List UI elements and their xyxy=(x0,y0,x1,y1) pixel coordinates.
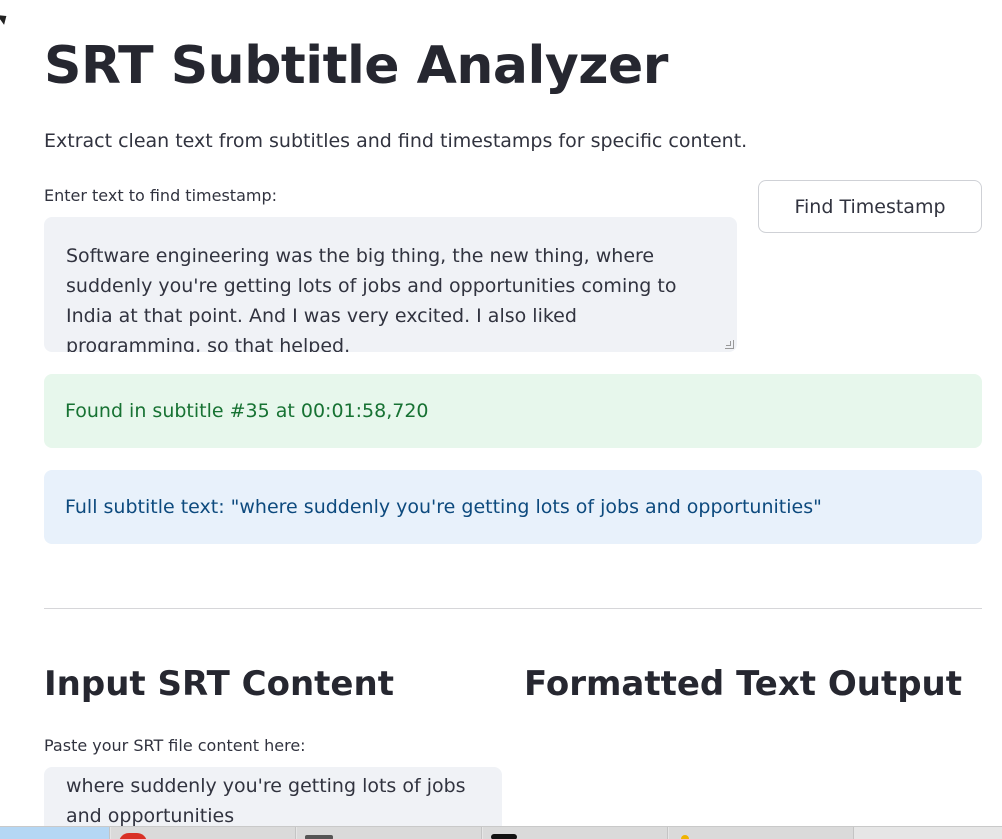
taskbar-item[interactable] xyxy=(483,827,668,839)
app-icon xyxy=(491,834,517,839)
taskbar-item[interactable] xyxy=(0,827,110,839)
srt-input-label: Paste your SRT file content here: xyxy=(44,736,306,755)
terminal-icon xyxy=(305,835,333,839)
page-title: SRT Subtitle Analyzer xyxy=(44,36,668,96)
find-text-label: Enter text to find timestamp: xyxy=(44,186,277,205)
page-description: Extract clean text from subtitles and fi… xyxy=(44,130,748,152)
taskbar-item[interactable] xyxy=(669,827,854,839)
resize-handle-icon[interactable] xyxy=(725,340,734,349)
output-section-heading: Formatted Text Output xyxy=(524,664,962,704)
success-message: Found in subtitle #35 at 00:01:58,720 xyxy=(65,400,429,422)
find-text-value: Software engineering was the big thing, … xyxy=(66,245,677,352)
find-text-input[interactable]: Software engineering was the big thing, … xyxy=(44,217,737,352)
input-section-heading: Input SRT Content xyxy=(44,664,394,704)
find-timestamp-button[interactable]: Find Timestamp xyxy=(758,180,982,233)
info-message: Full subtitle text: "where suddenly you'… xyxy=(65,496,822,518)
success-alert: Found in subtitle #35 at 00:01:58,720 xyxy=(44,374,982,448)
taskbar-item[interactable] xyxy=(111,827,296,839)
info-alert: Full subtitle text: "where suddenly you'… xyxy=(44,470,982,544)
srt-content-value: where suddenly you're getting lots of jo… xyxy=(66,775,466,827)
folder-icon xyxy=(681,835,689,839)
mouse-cursor-icon xyxy=(0,11,10,25)
taskbar-item[interactable] xyxy=(297,827,482,839)
section-divider xyxy=(44,608,982,609)
browser-icon xyxy=(119,833,147,839)
taskbar xyxy=(0,826,1002,839)
